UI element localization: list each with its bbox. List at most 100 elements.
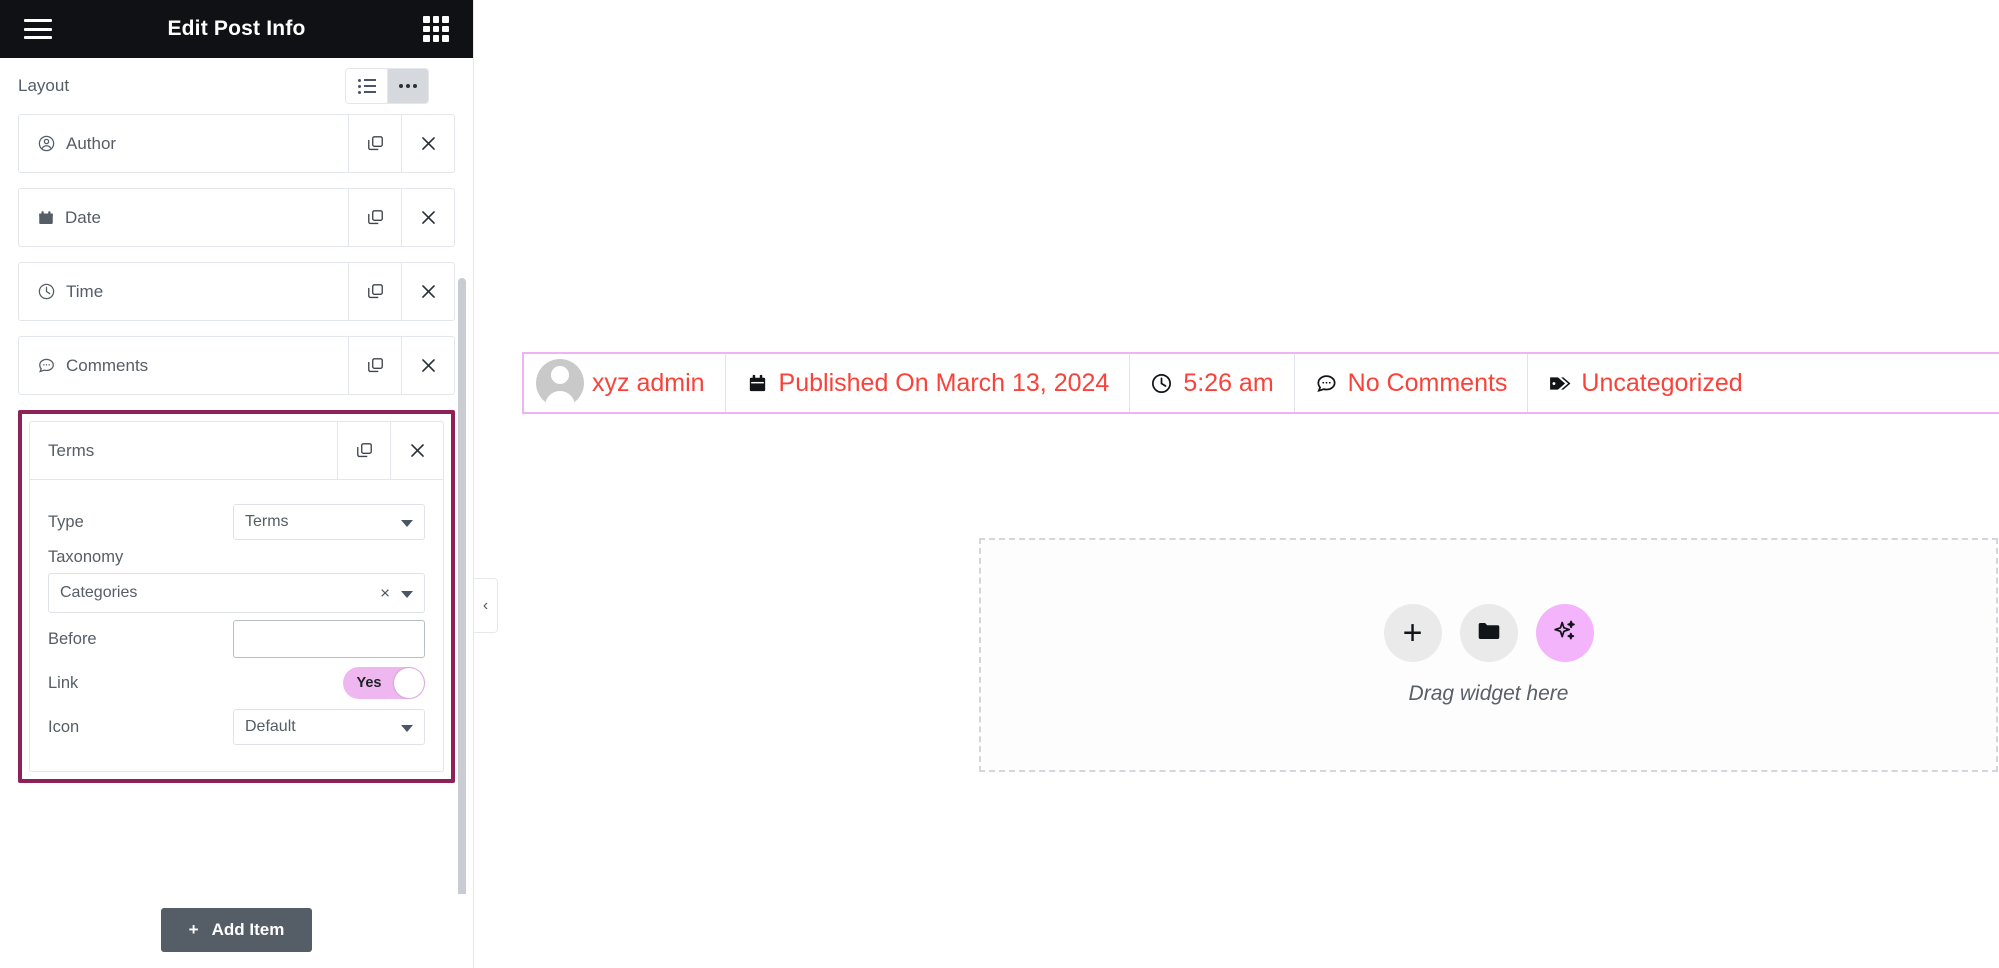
remove-icon[interactable]: [401, 115, 454, 172]
taxonomy-value: Categories: [60, 584, 138, 601]
ellipsis-icon: [399, 84, 417, 88]
ai-button[interactable]: [1535, 604, 1594, 662]
duplicate-icon[interactable]: [348, 337, 401, 394]
folder-icon: [1476, 618, 1502, 649]
user-circle-icon: [37, 134, 56, 153]
repeater-item-label: Time: [66, 281, 104, 301]
list-icon: [358, 79, 376, 94]
plus-icon: +: [1402, 614, 1423, 652]
control-icon: Icon Default: [48, 705, 425, 749]
panel-collapse-handle[interactable]: ‹: [474, 578, 498, 633]
plus-icon: +: [188, 920, 199, 939]
post-info-terms[interactable]: Uncategorized: [1527, 354, 1762, 412]
remove-icon[interactable]: [401, 263, 454, 320]
link-toggle[interactable]: Yes: [343, 667, 425, 699]
dropzone-label: Drag widget here: [1408, 682, 1569, 705]
repeater-item-label: Comments: [66, 355, 149, 375]
type-value: Terms: [245, 513, 289, 530]
terms-settings: Type Terms Taxonomy Categories × Before …: [30, 479, 443, 771]
author-name: xyz admin: [592, 368, 705, 397]
app-root: Edit Post Info Layout Author Date Time C…: [0, 0, 1999, 968]
layout-label: Layout: [18, 76, 70, 95]
icon-label: Icon: [48, 717, 80, 736]
before-input[interactable]: [234, 621, 424, 657]
control-link: Link Yes: [48, 661, 425, 705]
type-label: Type: [48, 512, 84, 531]
duplicate-icon[interactable]: [348, 263, 401, 320]
duplicate-icon[interactable]: [348, 115, 401, 172]
repeater-item-comments: Comments: [18, 336, 455, 395]
taxonomy-select[interactable]: Categories ×: [48, 573, 425, 613]
repeater-item-time: Time: [18, 262, 455, 321]
repeater-item-label: Date: [65, 207, 101, 227]
link-label: Link: [48, 673, 79, 692]
calendar-icon: [746, 372, 769, 395]
repeater-item-title[interactable]: Terms: [30, 422, 337, 479]
repeater-item-title[interactable]: Comments: [19, 337, 348, 394]
add-widget-button[interactable]: +: [1383, 604, 1442, 662]
duplicate-icon[interactable]: [337, 422, 390, 479]
comment-icon: [1315, 372, 1338, 395]
chevron-down-icon: [401, 591, 413, 598]
post-info-comments[interactable]: No Comments: [1293, 354, 1528, 412]
comment-icon: [37, 356, 56, 375]
editor-panel: Edit Post Info Layout Author Date Time C…: [0, 0, 474, 968]
chevron-down-icon: [401, 520, 413, 527]
type-select[interactable]: Terms: [233, 504, 425, 540]
grid-icon[interactable]: [423, 16, 449, 42]
icon-value: Default: [245, 718, 296, 735]
repeater-item-author: Author: [18, 114, 455, 173]
add-item-button[interactable]: + Add Item: [160, 908, 313, 952]
ai-sparkle-icon: [1552, 618, 1578, 649]
list-view-button[interactable]: [346, 69, 387, 103]
calendar-icon: [37, 209, 55, 227]
terms-text: Uncategorized: [1581, 368, 1743, 397]
comments-text: No Comments: [1347, 368, 1508, 397]
layout-view-toggle: [345, 68, 429, 104]
taxonomy-label: Taxonomy: [48, 548, 124, 566]
post-info-date[interactable]: Published On March 13, 2024: [724, 354, 1130, 412]
panel-header: Edit Post Info: [0, 0, 473, 58]
repeater-item-title[interactable]: Date: [19, 189, 348, 246]
repeater-list: Author Date Time Comments Terms Type Ter…: [0, 114, 473, 783]
editor-canvas: xyz admin Published On March 13, 2024 5:…: [474, 0, 1999, 968]
clock-icon: [1150, 372, 1173, 395]
page-title: Edit Post Info: [167, 17, 306, 40]
hamburger-icon[interactable]: [24, 19, 52, 39]
remove-icon[interactable]: [401, 337, 454, 394]
toggle-knob: [394, 668, 424, 698]
folder-button[interactable]: [1459, 604, 1518, 662]
panel-body: Layout Author Date Time Comments Terms T…: [0, 58, 473, 894]
clear-icon[interactable]: ×: [380, 585, 390, 602]
post-info-time[interactable]: 5:26 am: [1129, 354, 1293, 412]
repeater-item-title[interactable]: Time: [19, 263, 348, 320]
control-type: Type Terms: [48, 500, 425, 544]
time-text: 5:26 am: [1183, 368, 1274, 397]
layout-row: Layout: [0, 58, 473, 114]
remove-icon[interactable]: [390, 422, 443, 479]
tag-icon: [1548, 372, 1571, 395]
repeater-item-title[interactable]: Author: [19, 115, 348, 172]
panel-scrollbar[interactable]: [458, 278, 466, 894]
remove-icon[interactable]: [401, 189, 454, 246]
before-label: Before: [48, 629, 97, 648]
repeater-item-date: Date: [18, 188, 455, 247]
avatar: [536, 359, 584, 407]
before-field-wrap: [233, 620, 425, 658]
highlight-outline-terms: Terms Type Terms Taxonomy Categories × B…: [18, 410, 455, 783]
add-item-label: Add Item: [211, 920, 285, 939]
panel-footer: + Add Item: [0, 894, 473, 968]
post-info-author[interactable]: xyz admin: [524, 354, 725, 412]
post-info-widget[interactable]: xyz admin Published On March 13, 2024 5:…: [522, 352, 1999, 414]
repeater-item-label: Terms: [48, 440, 95, 460]
control-before: Before: [48, 617, 425, 661]
duplicate-icon[interactable]: [348, 189, 401, 246]
widget-dropzone[interactable]: + Drag widget here: [979, 538, 1998, 772]
date-text: Published On March 13, 2024: [778, 368, 1110, 397]
icon-select[interactable]: Default: [233, 709, 425, 745]
repeater-item-label: Author: [66, 133, 117, 153]
link-toggle-value: Yes: [356, 675, 382, 691]
clock-icon: [37, 282, 56, 301]
dropzone-buttons: +: [1383, 604, 1594, 662]
more-options-button[interactable]: [387, 69, 428, 103]
